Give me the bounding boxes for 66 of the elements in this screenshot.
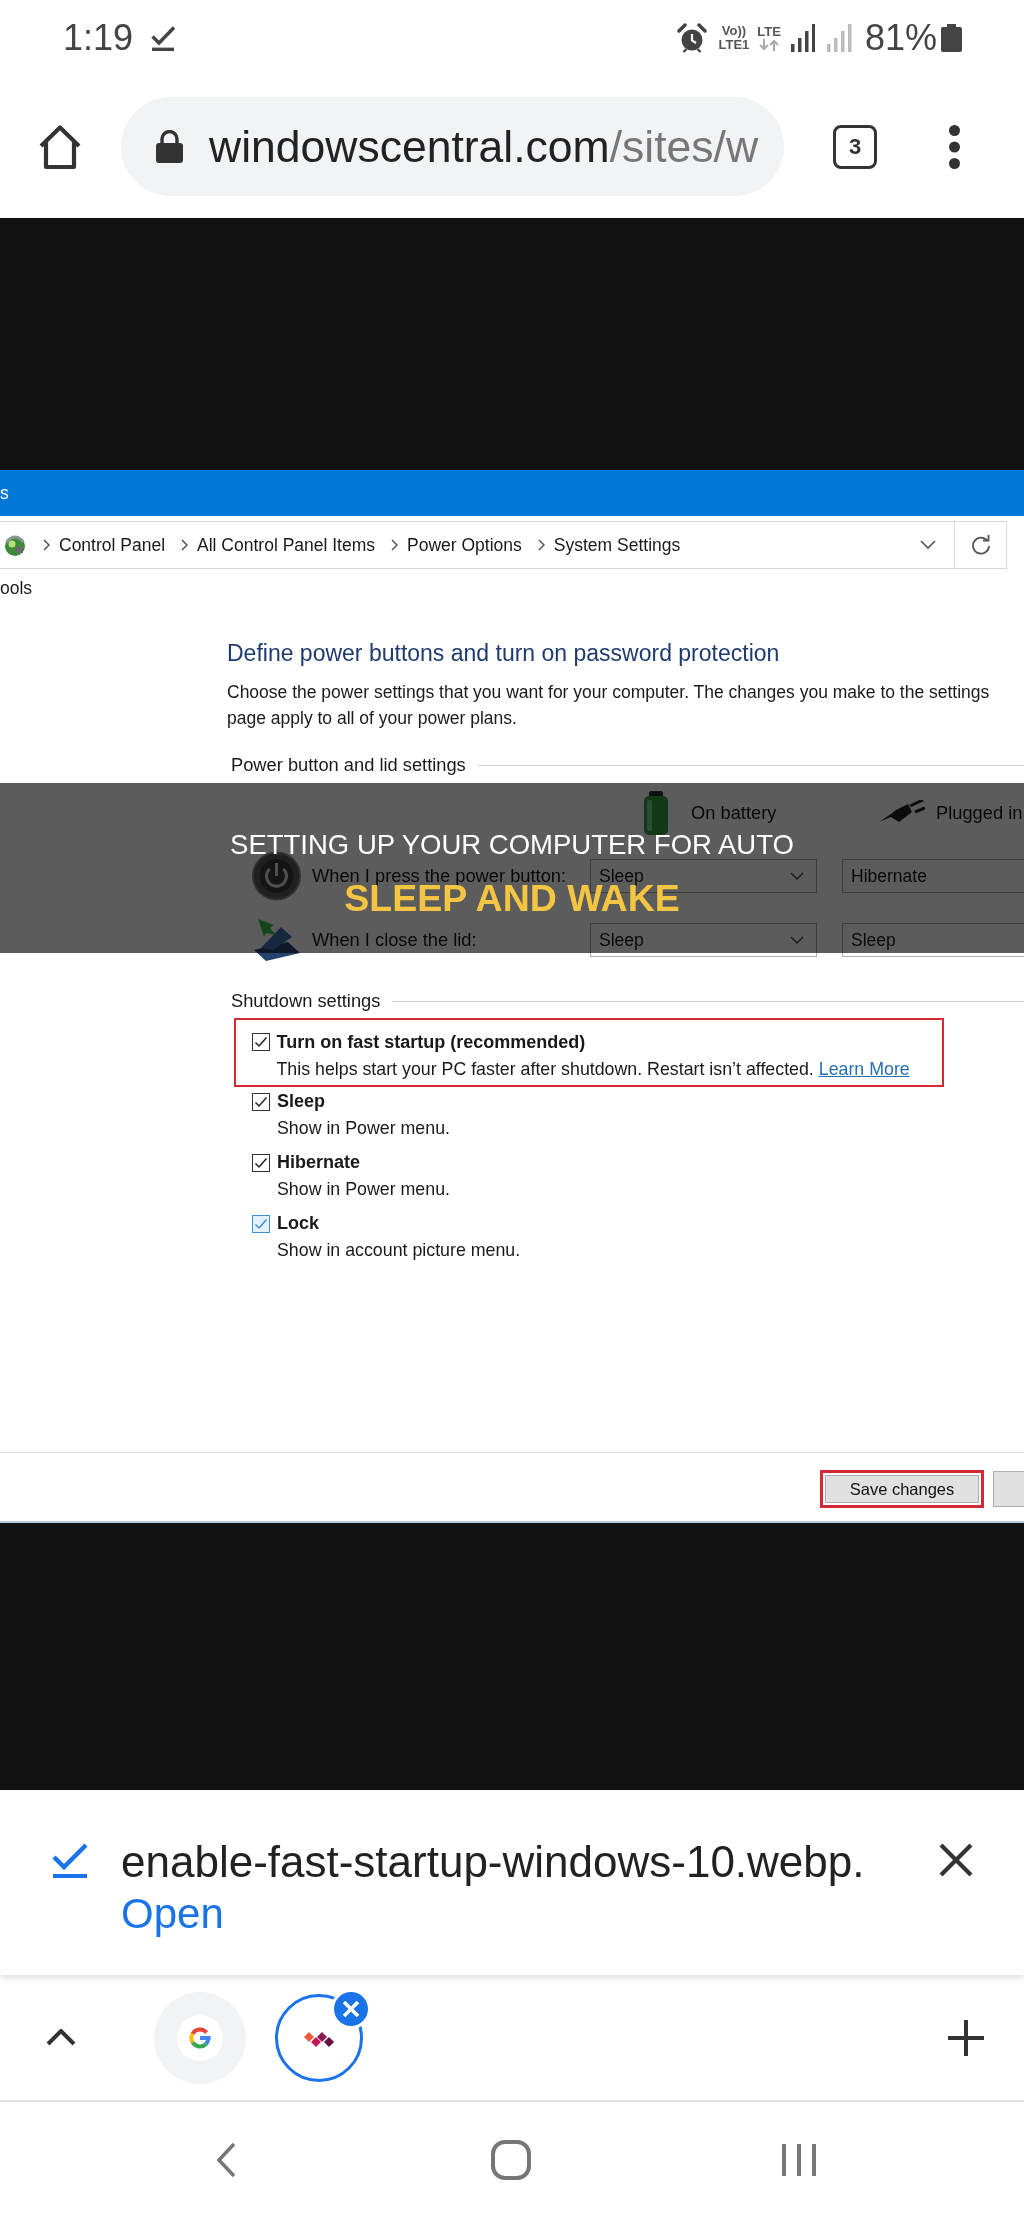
learn-more-link[interactable]: Learn More bbox=[818, 1058, 910, 1079]
option-label: Turn on fast startup (recommended) bbox=[276, 1031, 586, 1053]
chevron-down-icon bbox=[790, 872, 804, 880]
battery-icon bbox=[644, 791, 668, 835]
alarm-clock-icon bbox=[676, 22, 707, 53]
checkbox[interactable] bbox=[252, 1153, 270, 1172]
column-label: On battery bbox=[691, 802, 777, 824]
download-done-icon bbox=[150, 24, 177, 51]
g-logo-icon bbox=[177, 2014, 223, 2061]
status-time: 1:19 bbox=[63, 17, 134, 58]
save-button[interactable]: Save changes bbox=[820, 1470, 984, 1508]
battery-icon bbox=[941, 23, 962, 52]
battery-percent: 81% bbox=[864, 17, 937, 58]
chevron-right-icon bbox=[391, 539, 399, 551]
breadcrumb-item[interactable]: All Control Panel Items bbox=[197, 534, 376, 556]
chevron-down-icon[interactable] bbox=[920, 540, 936, 550]
laptop-icon bbox=[252, 919, 302, 961]
setting-label: When I press the power button: bbox=[312, 865, 567, 886]
url-field[interactable]: windowscentral.com/sites/w bbox=[121, 97, 784, 196]
option-description: This helps start your PC faster after shutdown. Restart isn’t affected. Learn More bbox=[276, 1057, 910, 1081]
checkbox[interactable] bbox=[251, 1033, 270, 1051]
chevron-down-icon bbox=[790, 936, 804, 944]
address-bar[interactable]: Control Panel All Control Panel Items Power Options System Settings bbox=[0, 521, 955, 569]
lock-icon bbox=[156, 130, 183, 163]
breadcrumb-item[interactable]: System Settings bbox=[553, 534, 681, 556]
close-icon[interactable] bbox=[939, 1843, 973, 1877]
option-label: Lock bbox=[277, 1213, 319, 1234]
refresh-button[interactable] bbox=[955, 521, 1007, 569]
window-title: s bbox=[0, 482, 9, 504]
data-arrows-icon bbox=[758, 38, 781, 51]
headline-text: SETTING UP YOUR COMPUTER FOR AUTO bbox=[230, 828, 794, 862]
option-label: Hibernate bbox=[277, 1152, 361, 1173]
chevron-right-icon bbox=[537, 539, 545, 551]
refresh-icon bbox=[970, 535, 991, 555]
tab-switcher-button[interactable]: 3 bbox=[833, 124, 877, 169]
setting-label: When I close the lid: bbox=[312, 929, 477, 951]
signal-icon bbox=[827, 23, 852, 52]
recent-apps-icon[interactable] bbox=[781, 2142, 817, 2178]
checkbox[interactable] bbox=[252, 1092, 270, 1111]
home-icon[interactable] bbox=[38, 123, 82, 170]
section-title: Power button and lid settings bbox=[231, 753, 466, 777]
back-icon[interactable] bbox=[216, 2142, 236, 2178]
sim-label: LTE1 bbox=[718, 37, 750, 52]
chevron-right-icon bbox=[43, 539, 50, 551]
download-done-icon bbox=[52, 1842, 88, 1878]
section-title: Shutdown settings bbox=[231, 989, 381, 1013]
open-link[interactable]: Open bbox=[121, 1888, 224, 1940]
column-label: Plugged in bbox=[936, 802, 1023, 824]
file-name: enable-fast-startup-windows-10.webp. bbox=[121, 1836, 865, 1888]
description-text: Choose the power settings that you want for your computer. The changes you make to the settings page apply to all of your power plans. bbox=[227, 681, 991, 730]
option-description: Show in Power menu. bbox=[277, 1178, 450, 1201]
option-label: Sleep bbox=[277, 1091, 326, 1112]
plus-icon[interactable] bbox=[948, 2019, 984, 2056]
option-description: Show in account picture menu. bbox=[277, 1239, 521, 1262]
breadcrumb-item[interactable]: Control Panel bbox=[59, 534, 166, 556]
volte-label: Vo)) bbox=[721, 23, 747, 38]
checkbox[interactable] bbox=[252, 1214, 270, 1233]
breadcrumb-item[interactable]: Power Options bbox=[407, 534, 522, 556]
network-type-label: LTE bbox=[757, 24, 781, 39]
chevron-up-icon[interactable] bbox=[46, 2029, 76, 2046]
option-description: Show in Power menu. bbox=[277, 1117, 450, 1140]
chevron-right-icon bbox=[181, 539, 189, 551]
page-heading: Define power buttons and turn on password protection bbox=[227, 639, 780, 668]
menu-icon[interactable] bbox=[949, 124, 960, 169]
signal-icon bbox=[790, 23, 816, 52]
menu-item[interactable]: ools bbox=[0, 577, 33, 599]
